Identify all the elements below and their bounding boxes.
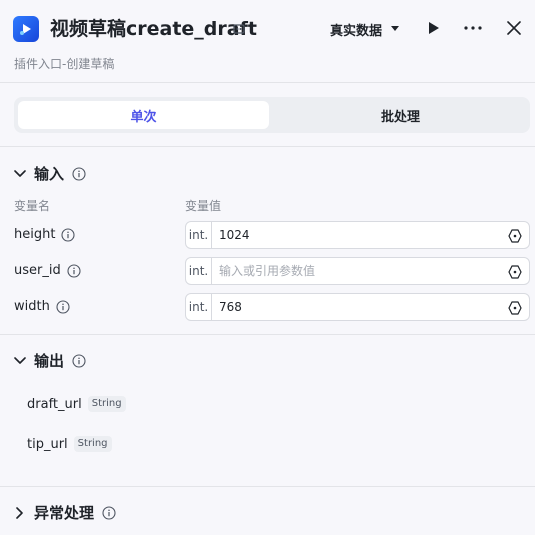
panel-header: 视频草稿create_draft 真实数据 插件入口-创建草稿	[0, 0, 535, 82]
output-item: tip_url String	[27, 436, 112, 452]
param-field-width: int.	[185, 293, 530, 321]
exception-section-header[interactable]: 异常处理	[14, 502, 116, 523]
param-name-user-id: user_id	[14, 263, 81, 278]
type-tag[interactable]: int.	[186, 294, 212, 320]
tab-single[interactable]: 单次	[18, 101, 269, 129]
exception-section-title: 异常处理	[34, 504, 95, 522]
close-button[interactable]	[505, 19, 523, 37]
column-header-value: 变量值	[185, 199, 222, 213]
param-name-width: width	[14, 299, 70, 314]
info-icon[interactable]	[72, 166, 86, 181]
width-input[interactable]	[219, 294, 489, 320]
chevron-down-icon	[14, 168, 26, 180]
info-icon[interactable]	[56, 299, 70, 314]
input-section-header[interactable]: 输入	[14, 163, 86, 184]
chevron-down-icon	[14, 355, 26, 367]
more-button[interactable]	[464, 19, 482, 37]
divider	[0, 146, 535, 147]
type-tag[interactable]: int.	[186, 258, 212, 284]
run-mode-tabs: 单次 批处理	[14, 97, 530, 133]
output-section-title: 输出	[34, 352, 65, 370]
param-label: user_id	[14, 263, 61, 278]
variable-reference-icon[interactable]	[507, 300, 523, 316]
info-icon[interactable]	[72, 353, 86, 368]
divider	[0, 334, 535, 335]
user-id-input[interactable]	[219, 258, 489, 284]
tab-batch[interactable]: 批处理	[275, 101, 526, 129]
type-tag[interactable]: int.	[186, 222, 212, 248]
variable-reference-icon[interactable]	[507, 228, 523, 244]
column-header-name: 变量名	[14, 199, 51, 213]
output-section-header[interactable]: 输出	[14, 350, 86, 371]
data-mode-dropdown[interactable]: 真实数据	[330, 20, 400, 39]
height-input[interactable]	[219, 222, 489, 248]
info-icon[interactable]	[67, 263, 81, 278]
param-field-user-id: int.	[185, 257, 530, 285]
caret-down-icon	[390, 22, 400, 37]
input-section-title: 输入	[34, 165, 65, 183]
param-label: height	[14, 227, 56, 242]
app-logo-icon	[13, 16, 39, 42]
variable-reference-icon[interactable]	[507, 264, 523, 280]
param-name-height: height	[14, 227, 75, 242]
info-icon[interactable]	[102, 505, 116, 520]
type-badge: String	[87, 396, 126, 412]
type-badge: String	[73, 436, 112, 452]
data-mode-label: 真实数据	[330, 24, 383, 39]
param-field-height: int.	[185, 221, 530, 249]
output-name: tip_url	[27, 436, 68, 452]
run-button[interactable]	[425, 19, 443, 37]
divider	[0, 486, 535, 487]
divider	[0, 82, 535, 83]
panel-subtitle: 插件入口-创建草稿	[14, 57, 115, 71]
chevron-right-icon	[14, 506, 26, 519]
output-name: draft_url	[27, 396, 82, 412]
info-icon[interactable]	[61, 227, 75, 242]
param-label: width	[14, 299, 50, 314]
edit-icon[interactable]	[232, 21, 246, 35]
output-item: draft_url String	[27, 396, 126, 412]
panel-title: 视频草稿create_draft	[50, 18, 257, 40]
